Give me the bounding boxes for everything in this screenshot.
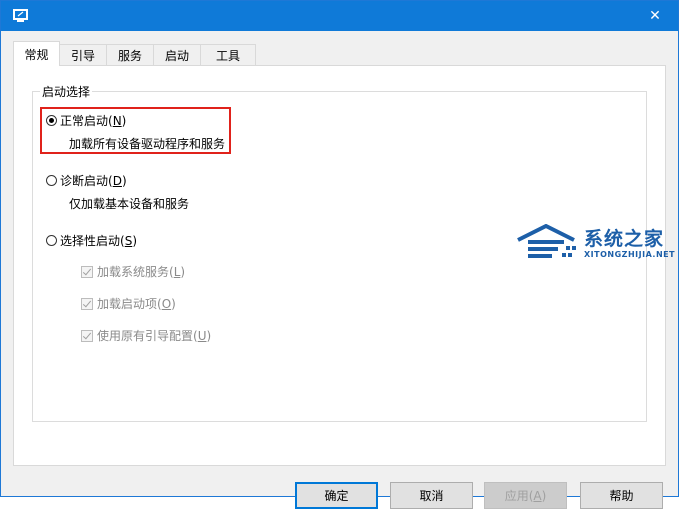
ok-button[interactable]: 确定 <box>295 482 378 509</box>
startup-selection-legend: 启动选择 <box>40 83 93 100</box>
tab-tools[interactable]: 工具 <box>200 44 256 65</box>
close-icon: ✕ <box>649 8 661 24</box>
load-system-services-label: 加载系统服务(L) <box>97 265 186 279</box>
load-startup-items-label: 加载启动项(O) <box>97 297 176 311</box>
close-button[interactable]: ✕ <box>632 1 678 31</box>
use-original-boot-config-label: 使用原有引导配置(U) <box>97 329 212 343</box>
diagnostic-startup-description: 仅加载基本设备和服务 <box>69 197 190 211</box>
radio-checked-icon <box>46 115 57 126</box>
radio-unchecked-icon <box>46 235 57 246</box>
diagnostic-startup-radio[interactable]: 诊断启动(D) <box>46 172 127 189</box>
checkbox-checked-icon <box>81 297 93 310</box>
apply-button-label: 应用(A) <box>504 489 547 503</box>
checkbox-checked-icon <box>81 265 93 278</box>
tab-services-label: 服务 <box>117 48 142 63</box>
site-watermark: 系统之家 XITONGZHIJIA.NET <box>516 222 675 266</box>
apply-button[interactable]: 应用(A) <box>484 482 567 509</box>
tab-boot[interactable]: 引导 <box>59 44 107 65</box>
help-button-label: 帮助 <box>609 489 634 503</box>
tab-services[interactable]: 服务 <box>106 44 154 65</box>
tab-general-label: 常规 <box>24 47 49 62</box>
normal-startup-description: 加载所有设备驱动程序和服务 <box>69 137 226 151</box>
selective-startup-radio[interactable]: 选择性启动(S) <box>46 232 137 249</box>
system-config-app-icon <box>13 9 28 22</box>
watermark-title: 系统之家 <box>584 228 665 250</box>
normal-startup-label: 正常启动(N) <box>60 114 127 128</box>
cancel-button[interactable]: 取消 <box>390 482 473 509</box>
tab-startup-label: 启动 <box>164 48 189 63</box>
house-logo-icon <box>517 224 576 258</box>
diagnostic-startup-label: 诊断启动(D) <box>60 174 127 188</box>
tab-boot-label: 引导 <box>70 48 95 63</box>
title-bar[interactable]: ✕ <box>1 1 678 31</box>
load-system-services-checkbox[interactable]: 加载系统服务(L) <box>81 263 185 280</box>
use-original-boot-config-checkbox[interactable]: 使用原有引导配置(U) <box>81 327 211 344</box>
ok-button-label: 确定 <box>324 489 349 503</box>
selective-startup-label: 选择性启动(S) <box>60 234 137 248</box>
tab-general[interactable]: 常规 <box>13 41 60 66</box>
radio-unchecked-icon <box>46 175 57 186</box>
tab-tools-label: 工具 <box>215 48 240 63</box>
checkbox-checked-icon <box>81 329 93 342</box>
load-startup-items-checkbox[interactable]: 加载启动项(O) <box>81 295 176 312</box>
cancel-button-label: 取消 <box>419 489 444 503</box>
normal-startup-radio[interactable]: 正常启动(N) <box>46 112 126 129</box>
tab-startup[interactable]: 启动 <box>153 44 201 65</box>
watermark-subtitle: XITONGZHIJIA.NET <box>584 250 676 259</box>
help-button[interactable]: 帮助 <box>580 482 663 509</box>
